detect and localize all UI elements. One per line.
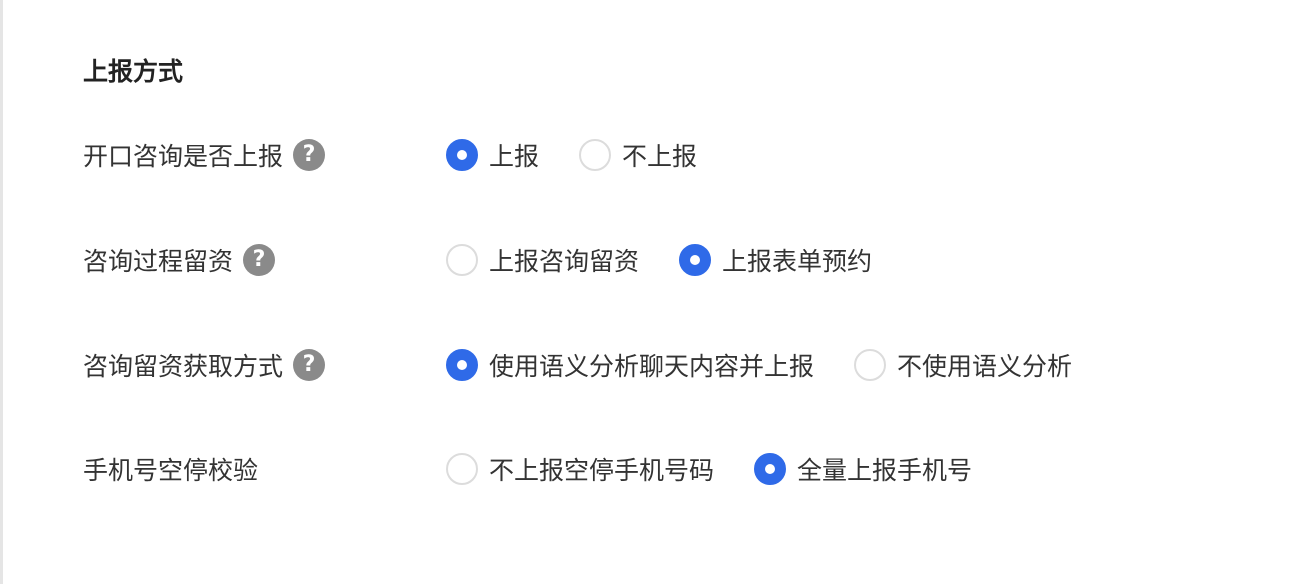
- radio-option-label[interactable]: 不上报空停手机号码: [489, 451, 714, 487]
- row-label-text: 开口咨询是否上报: [83, 142, 284, 171]
- form-row-lead-acquisition: 咨询留资获取方式 ? 使用语义分析聊天内容并上报 不使用语义分析: [0, 345, 1308, 385]
- radio-option-report-all-phones[interactable]: 全量上报手机号: [754, 451, 972, 487]
- radio-option-label[interactable]: 不上报: [622, 137, 697, 173]
- radio-option-label[interactable]: 不使用语义分析: [897, 347, 1072, 383]
- row-label: 手机号空停校验: [83, 449, 258, 489]
- row-label-text: 手机号空停校验: [83, 456, 259, 485]
- radio-group: 上报咨询留资 上报表单预约: [446, 240, 912, 280]
- row-label-text: 咨询留资获取方式: [83, 352, 284, 381]
- form-row-consult-lead: 咨询过程留资 ? 上报咨询留资 上报表单预约: [0, 240, 1308, 280]
- radio-group: 使用语义分析聊天内容并上报 不使用语义分析: [446, 345, 1112, 385]
- left-border: [0, 0, 3, 584]
- radio-option-no-report[interactable]: 不上报: [579, 137, 697, 173]
- radio-button-checked[interactable]: [679, 244, 712, 276]
- radio-option-no-semantic-analysis[interactable]: 不使用语义分析: [854, 347, 1072, 383]
- form-row-report-on-open: 开口咨询是否上报 ? 上报 不上报: [0, 135, 1308, 175]
- radio-option-semantic-analysis[interactable]: 使用语义分析聊天内容并上报: [446, 347, 814, 383]
- radio-group: 上报 不上报: [446, 135, 737, 175]
- radio-option-label[interactable]: 上报表单预约: [722, 242, 872, 278]
- radio-button-unchecked[interactable]: [854, 349, 887, 381]
- row-label: 咨询留资获取方式 ?: [83, 345, 326, 385]
- radio-button-checked[interactable]: [754, 453, 787, 485]
- radio-button-checked[interactable]: [446, 349, 478, 381]
- row-label: 开口咨询是否上报 ?: [83, 135, 326, 175]
- form-row-phone-validation: 手机号空停校验 不上报空停手机号码 全量上报手机号: [0, 449, 1308, 489]
- radio-option-skip-empty-phone[interactable]: 不上报空停手机号码: [446, 451, 714, 487]
- radio-option-report[interactable]: 上报: [446, 137, 539, 173]
- radio-option-report-form-booking[interactable]: 上报表单预约: [679, 242, 872, 278]
- radio-option-label[interactable]: 上报咨询留资: [489, 242, 639, 278]
- help-icon[interactable]: ?: [293, 349, 326, 381]
- row-label-text: 咨询过程留资: [83, 247, 234, 276]
- help-icon[interactable]: ?: [293, 139, 326, 171]
- radio-option-report-consult-lead[interactable]: 上报咨询留资: [446, 242, 639, 278]
- radio-button-unchecked[interactable]: [579, 139, 612, 171]
- row-label: 咨询过程留资 ?: [83, 240, 276, 280]
- radio-button-unchecked[interactable]: [446, 453, 478, 485]
- radio-button-unchecked[interactable]: [446, 244, 478, 276]
- radio-option-label[interactable]: 使用语义分析聊天内容并上报: [489, 347, 814, 383]
- radio-button-checked[interactable]: [446, 139, 478, 171]
- radio-option-label[interactable]: 上报: [489, 137, 539, 173]
- radio-group: 不上报空停手机号码 全量上报手机号: [446, 449, 1012, 489]
- section-title: 上报方式: [83, 57, 184, 86]
- radio-option-label[interactable]: 全量上报手机号: [797, 451, 972, 487]
- help-icon[interactable]: ?: [243, 244, 276, 276]
